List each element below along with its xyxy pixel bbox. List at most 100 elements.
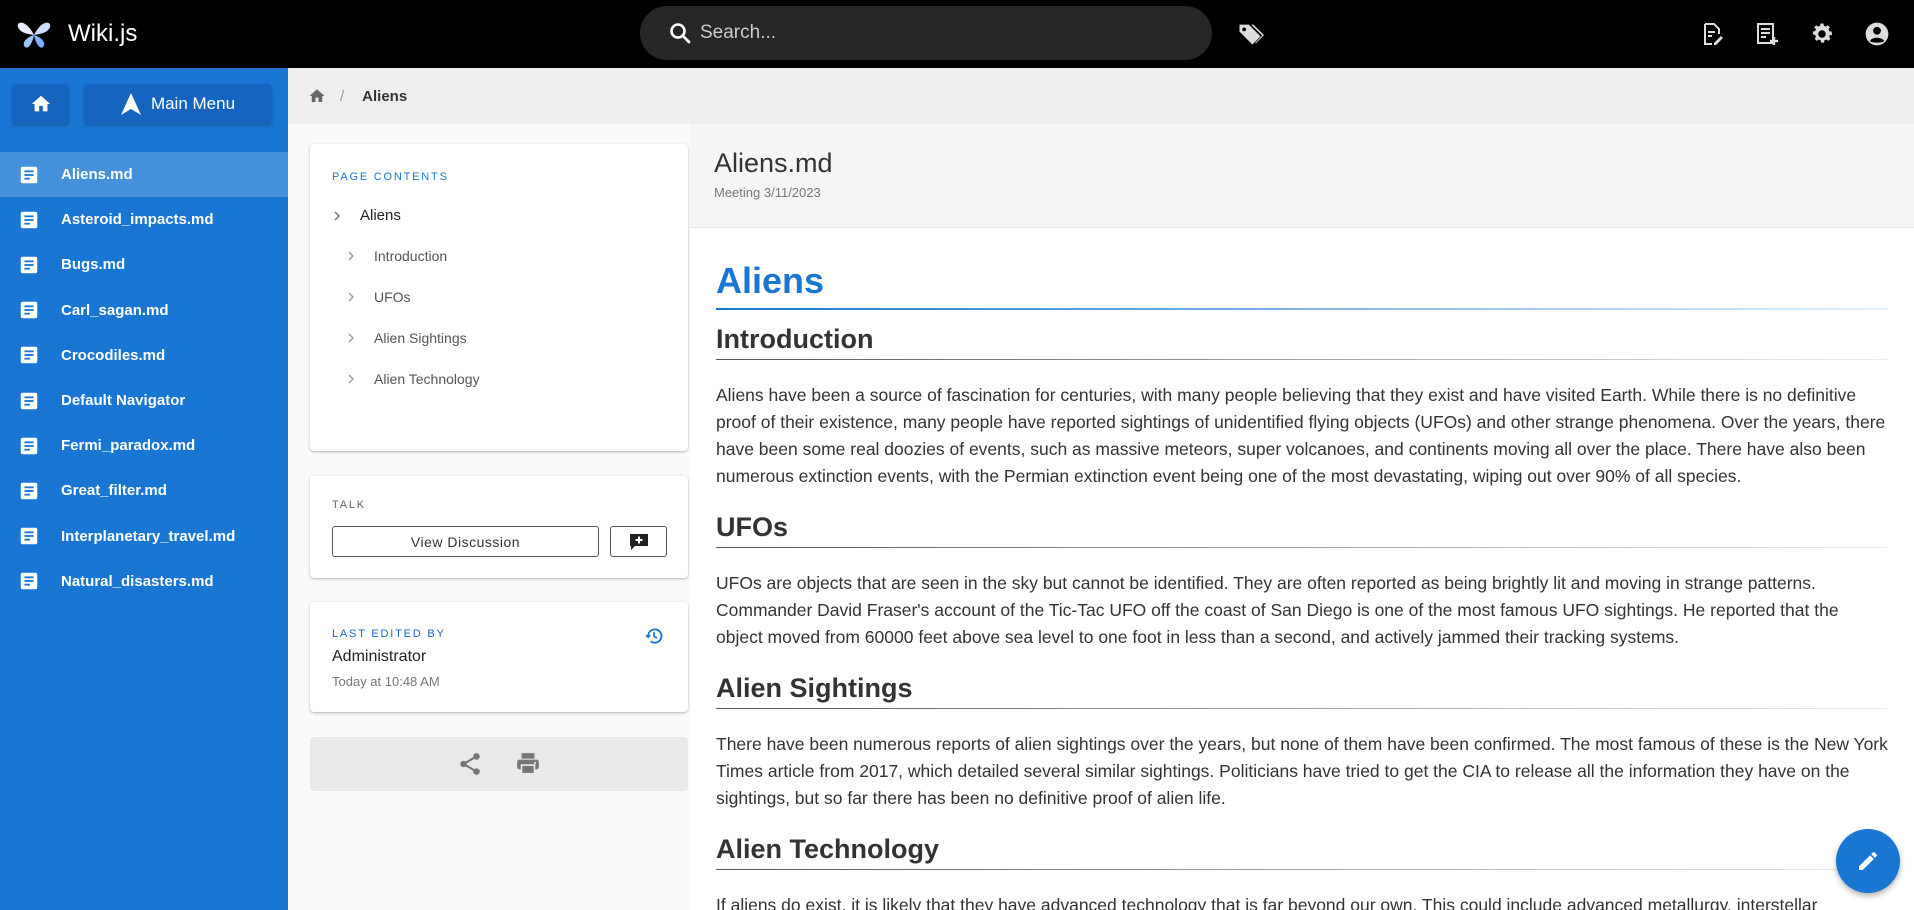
page-title: Aliens.md: [714, 148, 833, 178]
page-side-panel: PAGE CONTENTS Aliens Introduction UFOs Ali…: [288, 124, 690, 910]
sidebar-item[interactable]: Aliens.md: [0, 152, 288, 198]
toc-item[interactable]: Alien Sightings: [344, 330, 467, 346]
breadcrumb: / Aliens: [288, 68, 1914, 124]
page-description: Meeting 3/11/2023: [714, 185, 821, 200]
admin-button[interactable]: [1794, 0, 1849, 68]
breadcrumb-home-icon[interactable]: [308, 87, 326, 105]
toc-item-label: Aliens: [360, 207, 401, 224]
new-page-icon: [1703, 23, 1723, 45]
page-header: Aliens.md Meeting 3/11/2023: [690, 124, 1914, 228]
sidebar-item[interactable]: Crocodiles.md: [0, 333, 288, 378]
content-paragraph: If aliens do exist, it is likely that th…: [716, 895, 1818, 910]
comment-plus-icon: [629, 533, 648, 550]
breadcrumb-separator: /: [340, 87, 345, 105]
sidebar-item-label: Carl_sagan.md: [61, 301, 169, 319]
pencil-icon: [1859, 851, 1878, 870]
butterfly-logo-icon: [17, 22, 51, 48]
content-paragraph: Aliens have been a source of fascination…: [716, 385, 1886, 486]
document-icon: [20, 211, 38, 229]
new-comment-button[interactable]: [610, 526, 667, 557]
sidebar-item[interactable]: Interplanetary_travel.md: [0, 514, 288, 559]
sidebar-item-label: Fermi_paradox.md: [61, 437, 196, 455]
toc-card: PAGE CONTENTS Aliens Introduction UFOs Ali…: [310, 144, 688, 451]
document-icon: [20, 392, 38, 409]
page-actions-icon: [1756, 23, 1778, 45]
content-heading-2: Alien Technology: [716, 834, 1888, 870]
toc-item-label: Alien Technology: [374, 371, 480, 387]
sidebar-item-label: Bugs.md: [61, 256, 126, 274]
navigation-icon: [120, 93, 141, 115]
toc-item-main[interactable]: Aliens: [330, 207, 401, 224]
edit-page-button[interactable]: [1836, 829, 1900, 893]
share-icon[interactable]: [457, 751, 483, 777]
toc-item[interactable]: Alien Technology: [344, 371, 480, 387]
document-icon: [20, 347, 38, 364]
content-paragraph: There have been numerous reports of alie…: [716, 734, 1888, 808]
history-icon[interactable]: [644, 626, 664, 646]
toc-item-label: Introduction: [374, 248, 448, 264]
sidebar-item-label: Great_filter.md: [61, 482, 167, 500]
home-button[interactable]: [12, 84, 69, 124]
app-name: Wiki.js: [68, 20, 138, 47]
search-icon: [670, 23, 691, 44]
toc-item-label: Alien Sightings: [374, 330, 467, 346]
sidebar-item[interactable]: Fermi_paradox.md: [0, 423, 288, 468]
sidebar-item[interactable]: Natural_disasters.md: [0, 559, 288, 604]
sidebar-item-label: Default Navigator: [61, 392, 186, 410]
print-icon[interactable]: [515, 751, 541, 777]
sidebar-item-label: Interplanetary_travel.md: [61, 527, 236, 545]
edit-time: Today at 10:48 AM: [332, 674, 440, 689]
tags-icon[interactable]: [1236, 20, 1264, 48]
sidebar-item[interactable]: Great_filter.md: [0, 468, 288, 513]
chevron-right-icon: [334, 211, 340, 220]
home-icon: [31, 95, 50, 112]
toc-item[interactable]: UFOs: [344, 289, 411, 305]
chevron-right-icon: [348, 292, 354, 302]
document-icon: [20, 166, 38, 183]
new-page-button[interactable]: [1684, 0, 1739, 68]
main-menu-label: Main Menu: [150, 94, 236, 113]
account-icon: [1865, 22, 1888, 46]
search-input[interactable]: [700, 22, 1180, 44]
content-heading-2: Alien Sightings: [716, 673, 1888, 709]
sidebar-item-label: Aliens.md: [61, 166, 133, 184]
document-icon: [20, 256, 38, 274]
page-content: Aliens Introduction Aliens have been a so…: [690, 228, 1914, 910]
sidebar-item[interactable]: Bugs.md: [0, 242, 288, 287]
page-actions-button[interactable]: [1739, 0, 1794, 68]
last-edited-label: LAST EDITED BY: [332, 628, 446, 640]
content-paragraph: UFOs are objects that are seen in the sk…: [716, 573, 1839, 647]
wikijs-logo[interactable]: Wiki.js: [14, 17, 137, 51]
share-print-bar: [310, 737, 688, 791]
sidebar-item-label: Natural_disasters.md: [61, 572, 214, 590]
gear-icon: [1812, 23, 1832, 43]
sidebar: Main Menu Aliens.md Asteroid_impacts.md Bu…: [0, 68, 288, 910]
content-heading-1: Aliens: [716, 260, 1888, 310]
sidebar-item-label: Crocodiles.md: [61, 346, 166, 364]
document-icon: [20, 437, 38, 454]
sidebar-item[interactable]: Default Navigator: [0, 378, 288, 423]
talk-label: TALK: [332, 499, 366, 511]
search-bar[interactable]: [640, 6, 1212, 60]
main-menu-button[interactable]: Main Menu: [84, 84, 272, 124]
content-heading-2: Introduction: [716, 324, 1888, 360]
view-discussion-button[interactable]: View Discussion: [332, 526, 599, 557]
editor-name: Administrator: [332, 648, 427, 665]
document-icon: [20, 527, 38, 545]
toc-item[interactable]: Introduction: [344, 248, 447, 264]
toc-item-label: UFOs: [374, 289, 411, 305]
sidebar-item[interactable]: Carl_sagan.md: [0, 288, 288, 333]
content-heading-2: UFOs: [716, 512, 1888, 548]
sidebar-item[interactable]: Asteroid_impacts.md: [0, 197, 288, 242]
document-icon: [20, 573, 38, 590]
sidebar-page-list: Aliens.md Asteroid_impacts.md Bugs.md Carl_…: [0, 152, 288, 604]
toc-label: PAGE CONTENTS: [332, 171, 449, 183]
chevron-right-icon: [348, 251, 354, 261]
chevron-right-icon: [348, 374, 354, 384]
top-app-bar: Wiki.js: [0, 0, 1914, 68]
sidebar-nav-buttons: Main Menu: [0, 68, 288, 144]
account-button[interactable]: [1849, 0, 1904, 68]
document-icon: [20, 301, 38, 319]
top-actions: [1684, 0, 1904, 68]
breadcrumb-current[interactable]: Aliens: [362, 88, 407, 105]
